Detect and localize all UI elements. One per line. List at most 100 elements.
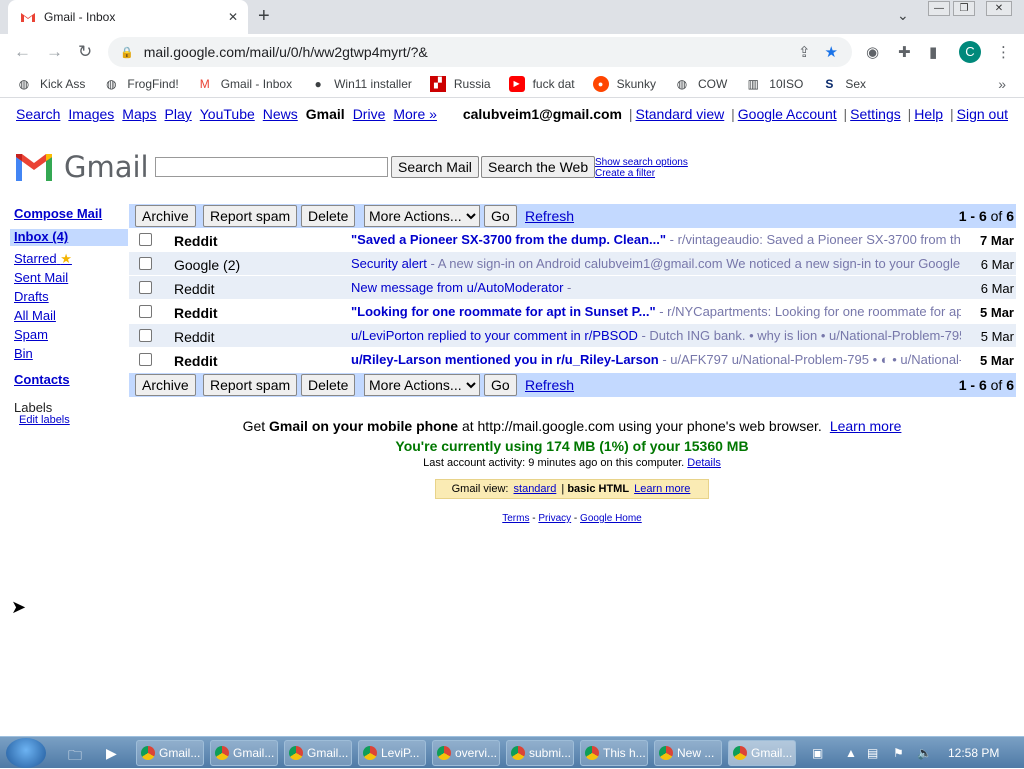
table-row[interactable]: Reddit "Looking for one roommate for apt …	[129, 300, 1016, 324]
side-panel-icon[interactable]: ▮	[929, 43, 937, 61]
browser-tab[interactable]: Gmail - Inbox ✕	[8, 0, 248, 34]
bookmark-item[interactable]: ▶ fuck dat	[508, 75, 575, 92]
standard-view-link[interactable]: Standard view	[636, 106, 725, 122]
table-row[interactable]: Reddit "Saved a Pioneer SX-3700 from the …	[129, 228, 1016, 252]
taskbar-task-button[interactable]: This h...	[580, 740, 648, 766]
table-row[interactable]: Google (2) Security alert - A new sign-in…	[129, 252, 1016, 276]
bookmark-item[interactable]: ● Win11 installer	[310, 76, 411, 92]
refresh-link[interactable]: Refresh	[525, 208, 574, 224]
taskbar-task-button[interactable]: Gmail...	[210, 740, 278, 766]
row-sender[interactable]: Google (2)	[174, 257, 240, 273]
nav-sent-link[interactable]: Sent Mail	[14, 270, 68, 285]
gbar-maps-link[interactable]: Maps	[122, 106, 156, 122]
table-row[interactable]: Reddit u/LeviPorton replied to your comme…	[129, 324, 1016, 348]
nav-spam-link[interactable]: Spam	[14, 327, 48, 342]
privacy-link[interactable]: Privacy	[538, 513, 571, 524]
taskbar-task-button[interactable]: Gmail...	[136, 740, 204, 766]
compose-mail-link[interactable]: Compose Mail	[14, 206, 102, 221]
row-checkbox[interactable]	[139, 329, 152, 342]
delete-button[interactable]: Delete	[301, 205, 356, 227]
subject-text[interactable]: New message from u/AutoModerator	[351, 280, 563, 295]
gbar-play-link[interactable]: Play	[165, 106, 192, 122]
taskbar-task-button[interactable]: submi...	[506, 740, 574, 766]
help-link[interactable]: Help	[914, 106, 943, 122]
row-checkbox[interactable]	[139, 305, 152, 318]
row-subject[interactable]: "Looking for one roommate for apt in Sun…	[351, 304, 961, 319]
row-checkbox[interactable]	[139, 281, 152, 294]
taskbar-task-button[interactable]: LeviP...	[358, 740, 426, 766]
more-actions-select[interactable]: More Actions...	[364, 205, 480, 227]
gmail-logo[interactable]: Gmail	[14, 150, 149, 184]
go-button[interactable]: Go	[484, 374, 517, 396]
row-checkbox[interactable]	[139, 353, 152, 366]
show-hidden-icons-icon[interactable]: ▲	[845, 746, 857, 760]
subject-text[interactable]: "Looking for one roommate for apt in Sun…	[351, 304, 656, 319]
close-window-icon[interactable]: ✕	[986, 1, 1012, 16]
activity-details-link[interactable]: Details	[687, 457, 721, 469]
report-spam-button[interactable]: Report spam	[203, 374, 298, 396]
reload-icon[interactable]: ↻	[78, 42, 92, 62]
show-search-options-link[interactable]: Show search options	[595, 157, 688, 168]
bookmark-item[interactable]: ◍ Kick Ass	[16, 76, 86, 92]
kebab-menu-icon[interactable]: ⋮	[996, 43, 1011, 61]
bookmark-item[interactable]: ▥ 10ISO	[745, 76, 804, 92]
google-account-link[interactable]: Google Account	[738, 106, 837, 122]
delete-button[interactable]: Delete	[301, 374, 356, 396]
gbar-drive-link[interactable]: Drive	[353, 106, 386, 122]
view-standard-link[interactable]: standard	[514, 483, 557, 495]
profile-avatar[interactable]: C	[959, 41, 981, 63]
row-sender[interactable]: Reddit	[174, 353, 218, 369]
bookmark-item[interactable]: ◍ COW	[674, 76, 728, 92]
extension-icon[interactable]: ◉	[866, 43, 879, 61]
sign-out-link[interactable]: Sign out	[957, 106, 1008, 122]
url-text[interactable]: mail.google.com/mail/u/0/h/ww2gtwp4myrt/…	[144, 44, 798, 60]
bookmarks-overflow-icon[interactable]: »	[998, 76, 1006, 92]
terms-link[interactable]: Terms	[502, 513, 529, 524]
more-actions-select[interactable]: More Actions...	[364, 374, 480, 396]
go-button[interactable]: Go	[484, 205, 517, 227]
row-subject[interactable]: u/Riley-Larson mentioned you in r/u_Rile…	[351, 352, 961, 367]
archive-button[interactable]: Archive	[135, 374, 196, 396]
nav-drafts-link[interactable]: Drafts	[14, 289, 49, 304]
volume-icon[interactable]: 🔈	[917, 746, 932, 760]
settings-link[interactable]: Settings	[850, 106, 901, 122]
bookmark-item[interactable]: S Sex	[821, 76, 866, 92]
row-sender[interactable]: Reddit	[174, 329, 214, 345]
back-icon[interactable]: ←	[14, 42, 31, 62]
subject-text[interactable]: u/Riley-Larson mentioned you in r/u_Rile…	[351, 352, 659, 367]
gbar-news-link[interactable]: News	[263, 106, 298, 122]
search-mail-button[interactable]: Search Mail	[391, 156, 479, 178]
bookmark-item[interactable]: ◍ FrogFind!	[103, 76, 179, 92]
gbar-search-link[interactable]: Search	[16, 106, 60, 122]
forward-icon[interactable]: →	[46, 42, 63, 62]
table-row[interactable]: Reddit u/Riley-Larson mentioned you in r/…	[129, 348, 1016, 372]
nav-bin-link[interactable]: Bin	[14, 346, 33, 361]
start-button[interactable]	[6, 738, 46, 768]
gbar-images-link[interactable]: Images	[68, 106, 114, 122]
contacts-link[interactable]: Contacts	[14, 372, 70, 387]
search-web-button[interactable]: Search the Web	[481, 156, 596, 178]
security-flag-icon[interactable]: ⚑	[893, 746, 904, 760]
share-icon[interactable]: ⇪	[798, 43, 811, 61]
tab-search-chevron-icon[interactable]: ⌄	[897, 7, 909, 24]
restore-icon[interactable]: ❐	[953, 1, 975, 16]
address-bar[interactable]: 🔒 mail.google.com/mail/u/0/h/ww2gtwp4myr…	[108, 37, 852, 67]
taskbar-task-button[interactable]: New ...	[654, 740, 722, 766]
taskbar-task-button[interactable]: Gmail...	[728, 740, 796, 766]
archive-button[interactable]: Archive	[135, 205, 196, 227]
network-icon[interactable]: ▤	[867, 746, 878, 760]
view-learn-more-link[interactable]: Learn more	[634, 483, 690, 495]
subject-text[interactable]: "Saved a Pioneer SX-3700 from the dump. …	[351, 232, 666, 247]
puzzle-extensions-icon[interactable]: ✚	[898, 43, 911, 61]
explorer-icon[interactable]: 🗀	[68, 745, 82, 769]
taskbar-task-button[interactable]: overvi...	[432, 740, 500, 766]
row-subject[interactable]: Security alert - A new sign-in on Androi…	[351, 256, 961, 271]
search-input[interactable]	[155, 157, 388, 177]
row-subject[interactable]: "Saved a Pioneer SX-3700 from the dump. …	[351, 232, 961, 247]
bookmark-item[interactable]: M Gmail - Inbox	[197, 76, 292, 92]
nav-starred-link[interactable]: Starred ★	[14, 251, 72, 267]
minimize-icon[interactable]: —	[928, 1, 950, 16]
row-sender[interactable]: Reddit	[174, 233, 218, 249]
nav-all-mail-link[interactable]: All Mail	[14, 308, 56, 323]
gbar-youtube-link[interactable]: YouTube	[200, 106, 255, 122]
